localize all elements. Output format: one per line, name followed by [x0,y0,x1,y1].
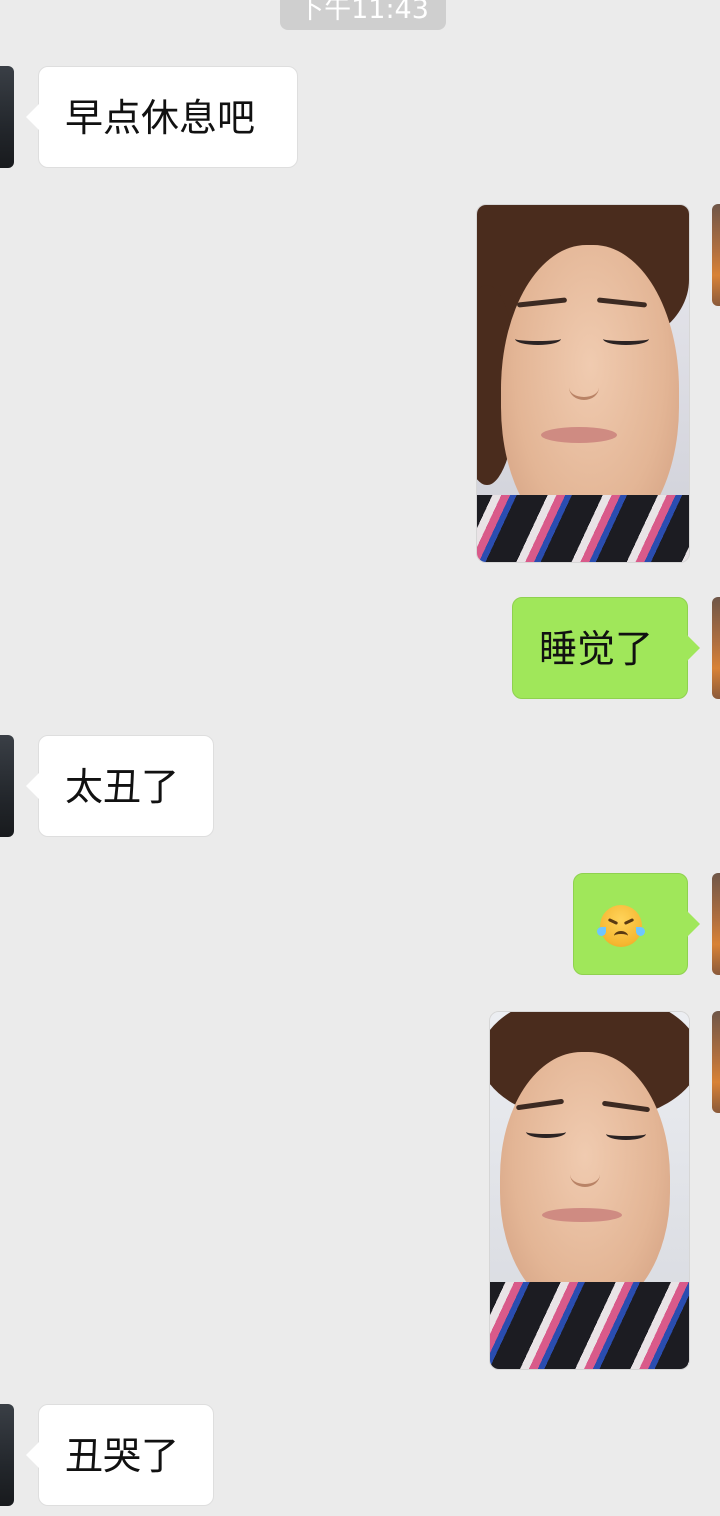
timestamp-label: 下午11:43 [280,0,446,30]
message-text: 早点休息吧 [65,96,256,140]
my-avatar[interactable] [712,597,720,699]
contact-avatar[interactable] [0,735,14,837]
my-avatar[interactable] [712,1011,720,1113]
outgoing-photo-message[interactable] [489,1011,690,1370]
crying-angry-face-emoji-icon [597,904,645,947]
my-avatar[interactable] [712,873,720,975]
message-text: 睡觉了 [539,627,654,671]
incoming-message-bubble[interactable]: 早点休息吧 [26,66,298,168]
outgoing-photo-message[interactable] [476,204,690,563]
contact-avatar[interactable] [0,1404,14,1506]
incoming-message-bubble[interactable]: 太丑了 [26,735,214,837]
message-text: 太丑了 [65,765,180,809]
chat-window: 下午11:43 早点休息吧 睡觉了 太丑了 丑哭了 [0,0,720,1516]
incoming-message-bubble[interactable]: 丑哭了 [26,1404,214,1506]
my-avatar[interactable] [712,204,720,306]
message-text: 丑哭了 [65,1434,180,1478]
outgoing-message-bubble[interactable]: 睡觉了 [512,597,700,699]
outgoing-emoji-bubble[interactable] [573,873,700,975]
contact-avatar[interactable] [0,66,14,168]
